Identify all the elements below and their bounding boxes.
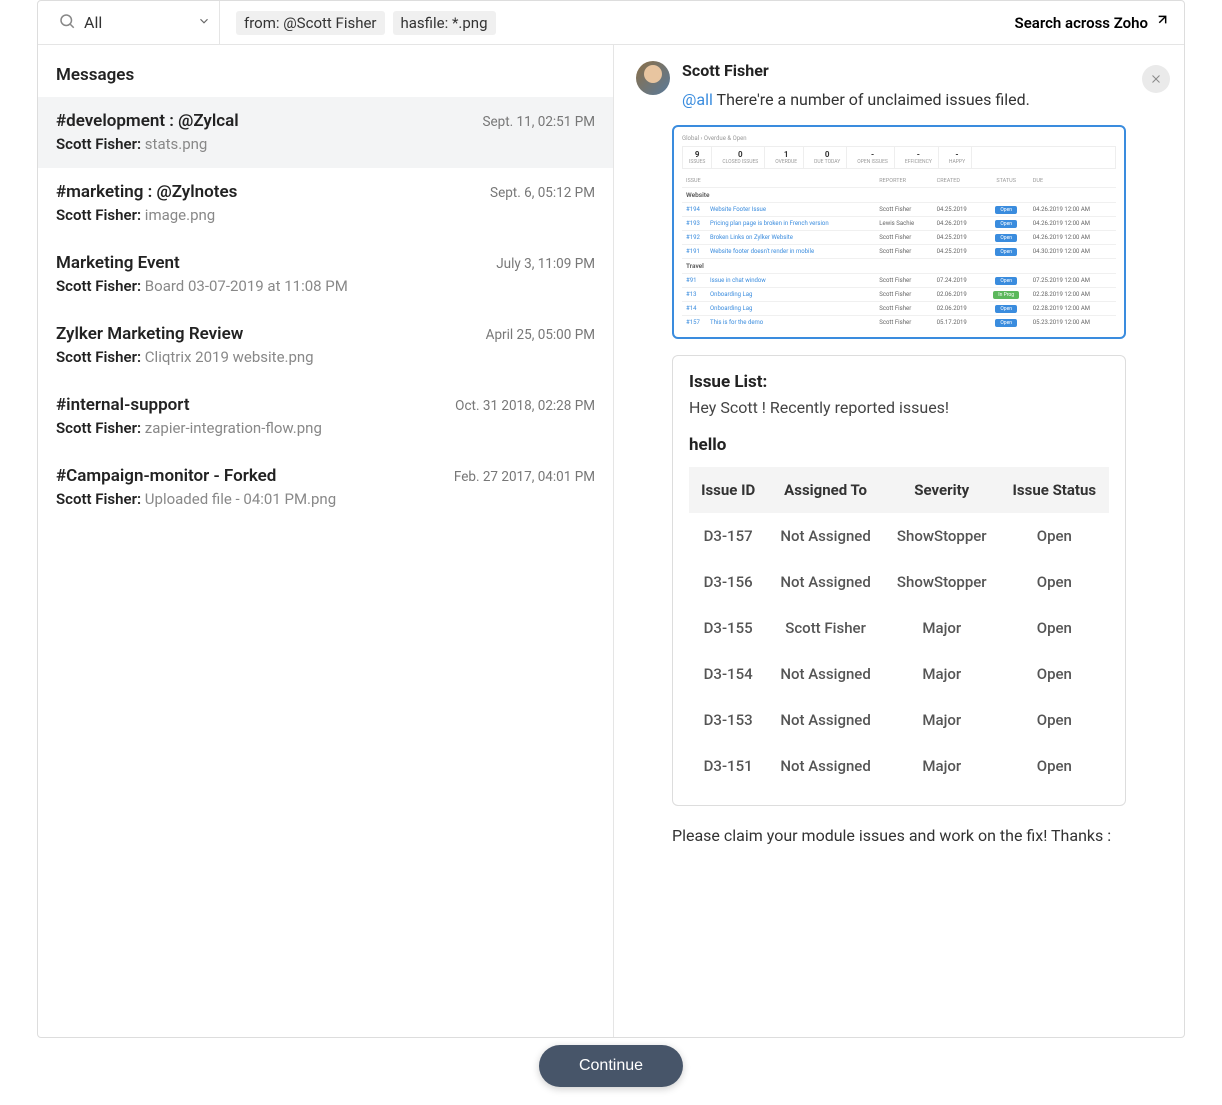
table-row[interactable]: D3-157 Not Assigned ShowStopper Open	[689, 513, 1109, 559]
search-across-label: Search across Zoho	[1015, 14, 1148, 32]
cell-issue-id: D3-154	[689, 651, 767, 697]
cell-issue-id: D3-153	[689, 697, 767, 743]
message-file: image.png	[145, 206, 215, 224]
issue-list-hello: hello	[689, 435, 1109, 455]
issue-list-subtitle: Hey Scott ! Recently reported issues!	[689, 398, 1109, 417]
message-item[interactable]: #development : @Zylcal Sept. 11, 02:51 P…	[38, 97, 613, 168]
cell-status: Open	[1000, 697, 1109, 743]
message-time: April 25, 05:00 PM	[486, 327, 595, 343]
table-row[interactable]: D3-153 Not Assigned Major Open	[689, 697, 1109, 743]
cell-assigned: Not Assigned	[767, 651, 884, 697]
issue-list-card: Issue List: Hey Scott ! Recently reporte…	[672, 355, 1126, 806]
search-icon	[58, 12, 76, 34]
table-row[interactable]: D3-151 Not Assigned Major Open	[689, 743, 1109, 789]
col-severity: Severity	[884, 467, 1000, 513]
cell-issue-id: D3-156	[689, 559, 767, 605]
cell-issue-id: D3-155	[689, 605, 767, 651]
col-status: Issue Status	[1000, 467, 1109, 513]
message-title: Marketing Event	[56, 253, 180, 273]
cell-assigned: Not Assigned	[767, 697, 884, 743]
message-file: Board 03-07-2019 at 11:08 PM	[145, 277, 348, 295]
message-sender: Scott Fisher:	[56, 419, 141, 437]
continue-button[interactable]: Continue	[539, 1045, 683, 1087]
message-sender: Scott Fisher:	[56, 490, 141, 508]
message-time: Sept. 6, 05:12 PM	[490, 185, 595, 201]
col-issue-id: Issue ID	[689, 467, 767, 513]
cell-severity: Major	[884, 743, 1000, 789]
message-item[interactable]: #Campaign-monitor - Forked Feb. 27 2017,…	[38, 452, 613, 523]
table-row[interactable]: D3-156 Not Assigned ShowStopper Open	[689, 559, 1109, 605]
cell-status: Open	[1000, 651, 1109, 697]
cell-status: Open	[1000, 743, 1109, 789]
cell-status: Open	[1000, 513, 1109, 559]
close-button[interactable]	[1142, 65, 1170, 93]
cell-severity: Major	[884, 651, 1000, 697]
cell-assigned: Not Assigned	[767, 743, 884, 789]
cell-issue-id: D3-157	[689, 513, 767, 559]
search-bar: All from: @Scott Fisher hasfile: *.png S…	[38, 1, 1184, 45]
search-scope-label: All	[84, 13, 189, 32]
issue-list-title: Issue List:	[689, 372, 1109, 392]
detail-message-text: @all There're a number of unclaimed issu…	[682, 90, 1152, 109]
cell-issue-id: D3-151	[689, 743, 767, 789]
external-link-icon	[1154, 14, 1168, 32]
search-chip-from[interactable]: from: @Scott Fisher	[236, 11, 385, 35]
close-icon	[1150, 73, 1162, 85]
attachment-preview[interactable]: Global › Overdue & Open 9Issues0Closed I…	[672, 125, 1126, 339]
message-title: #marketing : @Zylnotes	[56, 182, 237, 202]
cell-status: Open	[1000, 559, 1109, 605]
message-time: Sept. 11, 02:51 PM	[482, 114, 595, 130]
message-item[interactable]: #marketing : @Zylnotes Sept. 6, 05:12 PM…	[38, 168, 613, 239]
cell-severity: ShowStopper	[884, 559, 1000, 605]
message-file: zapier-integration-flow.png	[145, 419, 322, 437]
col-assigned: Assigned To	[767, 467, 884, 513]
message-sender: Scott Fisher:	[56, 135, 141, 153]
avatar	[636, 61, 670, 95]
search-chips[interactable]: from: @Scott Fisher hasfile: *.png	[220, 11, 1015, 35]
cell-severity: ShowStopper	[884, 513, 1000, 559]
detail-footer-text: Please claim your module issues and work…	[672, 826, 1126, 845]
message-file: Uploaded file - 04:01 PM.png	[145, 490, 336, 508]
table-row[interactable]: D3-154 Not Assigned Major Open	[689, 651, 1109, 697]
detail-sender-name: Scott Fisher	[682, 61, 1152, 80]
message-item[interactable]: #internal-support Oct. 31 2018, 02:28 PM…	[38, 381, 613, 452]
cell-assigned: Not Assigned	[767, 559, 884, 605]
issue-table: Issue ID Assigned To Severity Issue Stat…	[689, 467, 1109, 789]
message-item[interactable]: Marketing Event July 3, 11:09 PM Scott F…	[38, 239, 613, 310]
message-sender: Scott Fisher:	[56, 348, 141, 366]
preview-breadcrumb: Global › Overdue & Open	[682, 135, 1116, 142]
message-sender: Scott Fisher:	[56, 277, 141, 295]
cell-status: Open	[1000, 605, 1109, 651]
search-chip-hasfile[interactable]: hasfile: *.png	[393, 11, 496, 35]
message-time: July 3, 11:09 PM	[496, 256, 595, 272]
message-title: Zylker Marketing Review	[56, 324, 243, 344]
message-title: #internal-support	[56, 395, 190, 415]
cell-assigned: Scott Fisher	[767, 605, 884, 651]
message-title: #Campaign-monitor - Forked	[56, 466, 276, 486]
table-row[interactable]: D3-155 Scott Fisher Major Open	[689, 605, 1109, 651]
cell-assigned: Not Assigned	[767, 513, 884, 559]
messages-header: Messages	[38, 45, 613, 97]
message-sender: Scott Fisher:	[56, 206, 141, 224]
message-file: stats.png	[145, 135, 208, 153]
search-scope-selector[interactable]: All	[50, 1, 220, 44]
cell-severity: Major	[884, 605, 1000, 651]
message-detail-pane: Scott Fisher @all There're a number of u…	[614, 45, 1184, 1037]
search-across-link[interactable]: Search across Zoho	[1015, 14, 1172, 32]
chevron-down-icon	[197, 13, 211, 32]
message-time: Oct. 31 2018, 02:28 PM	[455, 398, 595, 414]
message-title: #development : @Zylcal	[56, 111, 239, 131]
message-item[interactable]: Zylker Marketing Review April 25, 05:00 …	[38, 310, 613, 381]
messages-list-pane: Messages #development : @Zylcal Sept. 11…	[38, 45, 614, 1037]
message-file: Cliqtrix 2019 website.png	[145, 348, 314, 366]
message-time: Feb. 27 2017, 04:01 PM	[454, 469, 595, 485]
cell-severity: Major	[884, 697, 1000, 743]
mention[interactable]: @all	[682, 90, 713, 109]
